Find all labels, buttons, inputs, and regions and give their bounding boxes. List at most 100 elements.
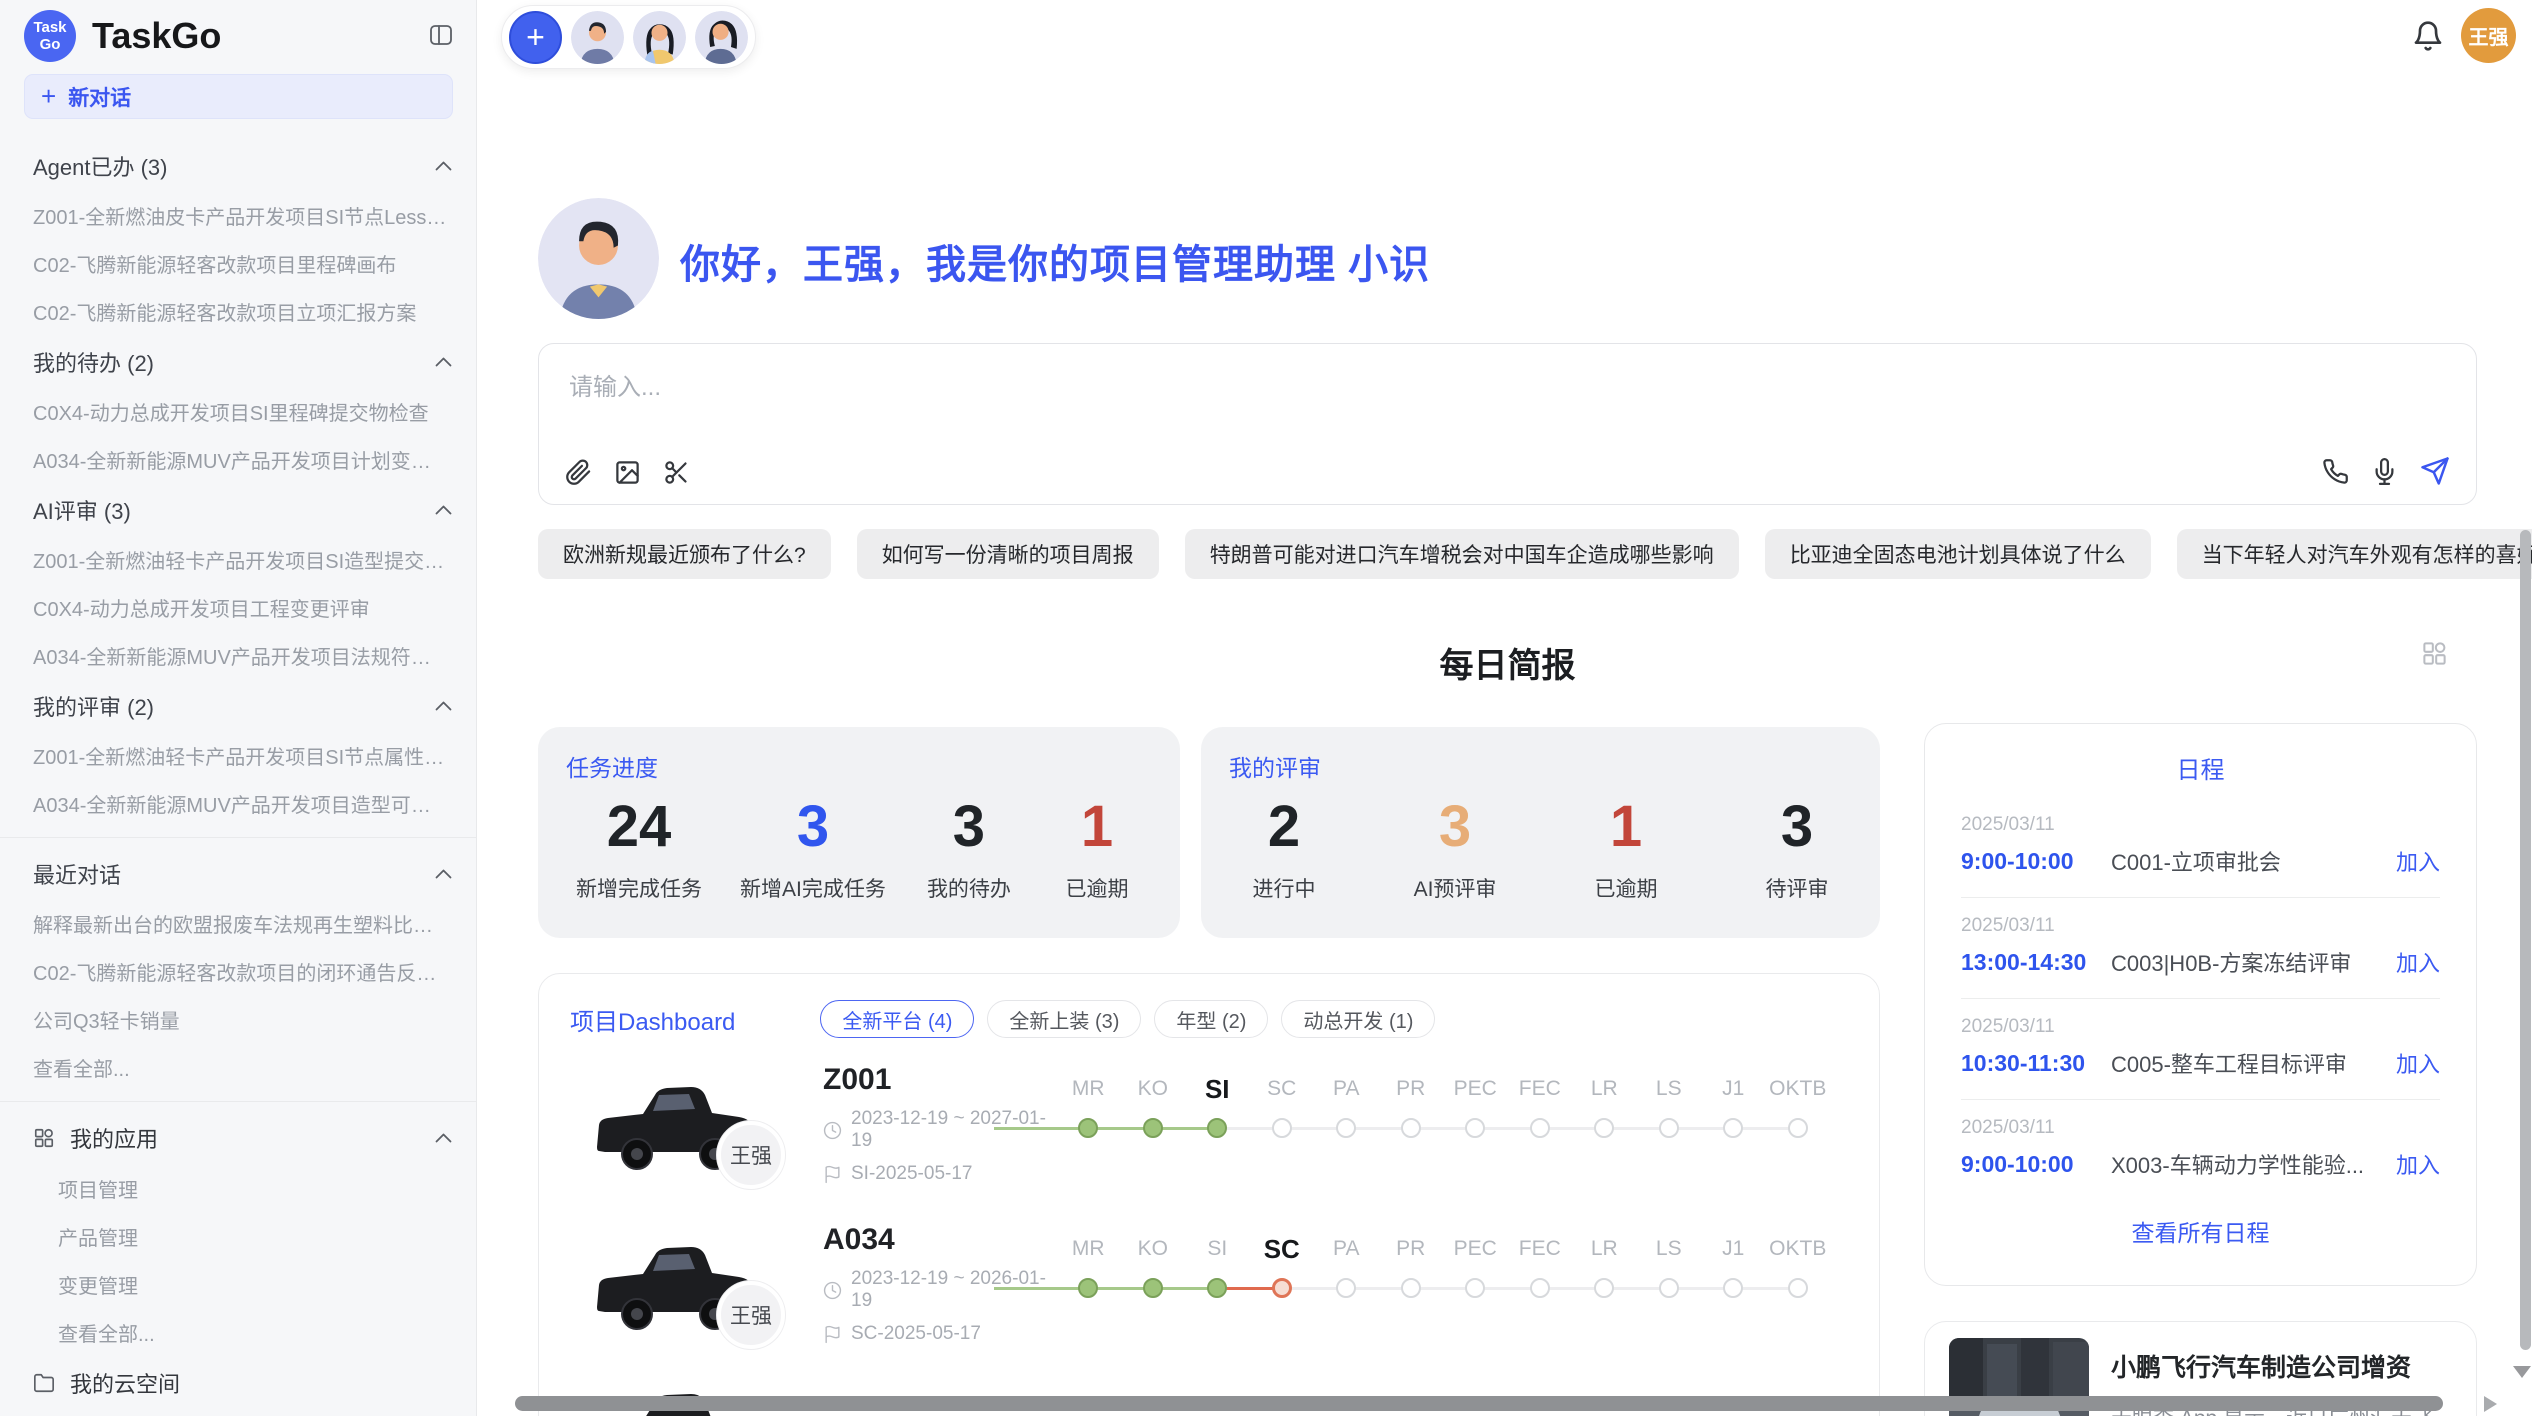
project-code: Z001 bbox=[823, 1063, 1048, 1097]
owner-badge: 王强 bbox=[717, 1121, 785, 1189]
tab-new-body[interactable]: 全新上装 (3) bbox=[987, 1000, 1141, 1038]
event-name: X003-车辆动力学性能验... bbox=[2111, 1148, 2396, 1180]
chevron-up-icon bbox=[435, 161, 452, 171]
scroll-right-arrow-icon[interactable] bbox=[2484, 1396, 2497, 1412]
sidebar-collapse-icon[interactable] bbox=[428, 22, 454, 48]
event-time: 13:00-14:30 bbox=[1961, 949, 2111, 976]
conversation-item[interactable]: Z001-全新燃油轻卡产品开发项目SI造型提交物评审 bbox=[33, 545, 462, 574]
join-link[interactable]: 加入 bbox=[2396, 845, 2440, 877]
stat-value: 3 bbox=[740, 795, 886, 859]
join-link[interactable]: 加入 bbox=[2396, 1148, 2440, 1180]
send-icon[interactable] bbox=[2420, 456, 2450, 486]
app-item-product-mgmt[interactable]: 产品管理 bbox=[58, 1222, 462, 1251]
conversation-item[interactable]: C02-飞腾新能源轻客改款项目立项汇报方案 bbox=[33, 297, 462, 326]
join-link[interactable]: 加入 bbox=[2396, 1047, 2440, 1079]
suggestion-chip[interactable]: 欧洲新规最近颁布了什么? bbox=[538, 529, 831, 579]
suggestion-chip[interactable]: 当下年轻人对汽车外观有怎样的喜好趋势 bbox=[2177, 529, 2532, 579]
conversation-item[interactable]: C0X4-动力总成开发项目工程变更评审 bbox=[33, 593, 462, 622]
conversation-item[interactable]: Z001-全新燃油轻卡产品开发项目SI节点属性5D文件评审 bbox=[33, 741, 462, 770]
schedule-event: 2025/03/11 9:00-10:00 C001-立项审批会 加入 bbox=[1961, 797, 2440, 898]
stat-label: 新增完成任务 bbox=[576, 873, 702, 903]
stat-label: 已逾期 bbox=[1581, 873, 1671, 903]
section-title: 最近对话 bbox=[33, 858, 121, 890]
scroll-down-arrow-icon[interactable] bbox=[2513, 1366, 2531, 1378]
event-date: 2025/03/11 bbox=[1961, 915, 2440, 937]
schedule-title: 日程 bbox=[1925, 750, 2476, 785]
contact-avatar[interactable] bbox=[571, 11, 624, 64]
suggestion-chips: 欧洲新规最近颁布了什么? 如何写一份清晰的项目周报 特朗普可能对进口汽车增税会对… bbox=[538, 529, 2532, 579]
chevron-up-icon bbox=[435, 357, 452, 367]
conversation-item[interactable]: A034-全新新能源MUV产品开发项目法规符合性评审 bbox=[33, 641, 462, 670]
schedule-event: 2025/03/11 9:00-10:00 X003-车辆动力学性能验... 加… bbox=[1961, 1100, 2440, 1200]
app-item-project-mgmt[interactable]: 项目管理 bbox=[58, 1174, 462, 1203]
section-my-review[interactable]: 我的评审 (2) bbox=[33, 690, 462, 722]
milestone-dot bbox=[1465, 1118, 1485, 1138]
attachment-icon[interactable] bbox=[565, 459, 592, 486]
project-info: A034 2023-12-19 ~ 2026-01-19 SC-2025-05-… bbox=[823, 1223, 1048, 1345]
view-all-schedule-link[interactable]: 查看所有日程 bbox=[1925, 1214, 2476, 1248]
app-title: TaskGo bbox=[92, 15, 221, 57]
milestone-dot bbox=[1143, 1278, 1163, 1298]
schedule-event: 2025/03/11 10:30-11:30 C005-整车工程目标评审 加入 bbox=[1961, 999, 2440, 1100]
notifications-bell-icon[interactable] bbox=[2412, 20, 2444, 52]
message-input[interactable] bbox=[569, 370, 2446, 406]
briefing-layout-icon[interactable] bbox=[2421, 640, 2448, 667]
contact-avatar[interactable] bbox=[633, 11, 686, 64]
microphone-icon[interactable] bbox=[2371, 458, 2398, 485]
section-agent-done[interactable]: Agent已办 (3) bbox=[33, 150, 462, 182]
conversation-item[interactable]: A034-全新新能源MUV产品开发项目计划变更表编写 bbox=[33, 445, 462, 474]
app-item-change-mgmt[interactable]: 变更管理 bbox=[58, 1270, 462, 1299]
section-title: AI评审 (3) bbox=[33, 494, 131, 526]
conversation-item[interactable]: C0X4-动力总成开发项目SI里程碑提交物检查 bbox=[33, 397, 462, 426]
add-contact-button[interactable]: + bbox=[509, 11, 562, 64]
conversation-item[interactable]: 公司Q3轻卡销量 bbox=[33, 1005, 462, 1034]
project-dashboard-card: 项目Dashboard 全新平台 (4) 全新上装 (3) 年型 (2) 动总开… bbox=[538, 973, 1880, 1416]
section-ai-review[interactable]: AI评审 (3) bbox=[33, 494, 462, 526]
milestone-dot bbox=[1272, 1278, 1292, 1298]
join-link[interactable]: 加入 bbox=[2396, 946, 2440, 978]
conversation-item[interactable]: 解释最新出台的欧盟报废车法规再生塑料比例被调至15%... bbox=[33, 909, 462, 938]
milestone-dot bbox=[1723, 1278, 1743, 1298]
project-image: 王强 bbox=[591, 1229, 761, 1339]
new-chat-button[interactable]: + 新对话 bbox=[24, 74, 453, 119]
conversation-item[interactable]: C02-飞腾新能源轻客改款项目里程碑画布 bbox=[33, 249, 462, 278]
phone-icon[interactable] bbox=[2322, 458, 2349, 485]
project-row-a034[interactable]: 王强 A034 2023-12-19 ~ 2026-01-19 SC-2025-… bbox=[591, 1204, 1855, 1364]
vertical-scrollbar[interactable] bbox=[2520, 530, 2531, 1350]
view-all-chats-link[interactable]: 查看全部... bbox=[33, 1053, 462, 1082]
card-title: 任务进度 bbox=[566, 749, 658, 783]
my-review-card: 我的评审 2 进行中 3 AI预评审 1 已逾期 3 待评审 bbox=[1201, 727, 1880, 938]
conversation-item[interactable]: Z001-全新燃油皮卡产品开发项目SI节点Lesson Learn报告 bbox=[33, 201, 462, 230]
user-avatar[interactable]: 王强 bbox=[2461, 8, 2516, 63]
milestone-dot bbox=[1723, 1118, 1743, 1138]
horizontal-scrollbar[interactable] bbox=[515, 1396, 2443, 1411]
sidebar-item-my-apps[interactable]: 我的应用 bbox=[33, 1122, 462, 1154]
suggestion-chip[interactable]: 特朗普可能对进口汽车增税会对中国车企造成哪些影响 bbox=[1185, 529, 1739, 579]
tab-model-year[interactable]: 年型 (2) bbox=[1154, 1000, 1268, 1038]
stat-new-done: 24 新增完成任务 bbox=[576, 795, 702, 903]
view-all-apps-link[interactable]: 查看全部... bbox=[58, 1318, 462, 1347]
chevron-up-icon bbox=[435, 1133, 452, 1143]
event-name: C003|H0B-方案冻结评审 bbox=[2111, 946, 2396, 978]
conversation-item[interactable]: C02-飞腾新能源轻客改款项目的闭环通告反馈情况 bbox=[33, 957, 462, 986]
logo-line2: Go bbox=[40, 36, 61, 53]
contact-avatar[interactable] bbox=[695, 11, 748, 64]
milestone-track: MR KO SI SC PA PR PEC FEC LR LS J1 OKTB bbox=[1056, 1224, 1855, 1344]
section-title: 我的待办 (2) bbox=[33, 346, 154, 378]
section-my-todo[interactable]: 我的待办 (2) bbox=[33, 346, 462, 378]
image-icon[interactable] bbox=[614, 459, 641, 486]
stat-label: AI预评审 bbox=[1410, 873, 1500, 903]
tab-new-platform[interactable]: 全新平台 (4) bbox=[820, 1000, 974, 1038]
suggestion-chip[interactable]: 如何写一份清晰的项目周报 bbox=[857, 529, 1159, 579]
suggestion-chip[interactable]: 比亚迪全固态电池计划具体说了什么 bbox=[1765, 529, 2151, 579]
tab-powertrain[interactable]: 动总开发 (1) bbox=[1281, 1000, 1435, 1038]
project-node: SI-2025-05-17 bbox=[851, 1163, 972, 1185]
chevron-up-icon bbox=[435, 701, 452, 711]
chevron-up-icon bbox=[435, 505, 452, 515]
scissors-icon[interactable] bbox=[663, 459, 690, 486]
section-recent-chats[interactable]: 最近对话 bbox=[33, 858, 462, 890]
project-row-z001[interactable]: 王强 Z001 2023-12-19 ~ 2027-01-19 SI-2025-… bbox=[591, 1044, 1855, 1204]
conversation-item[interactable]: A034-全新新能源MUV产品开发项目造型可行性评审 bbox=[33, 789, 462, 818]
sidebar-item-cloud-space[interactable]: 我的云空间 bbox=[33, 1367, 462, 1399]
section-title: Agent已办 (3) bbox=[33, 150, 168, 182]
